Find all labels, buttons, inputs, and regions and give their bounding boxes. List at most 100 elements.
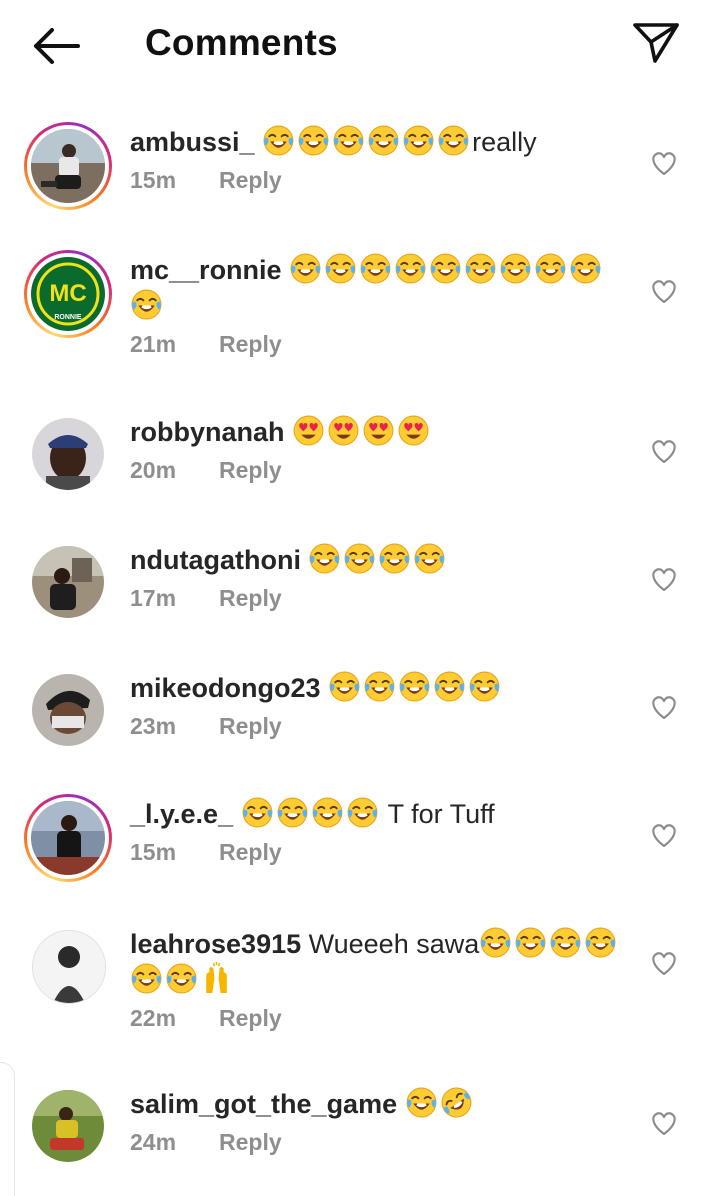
heart-eyes-emoji-icon (363, 415, 394, 446)
back-button[interactable] (30, 26, 82, 66)
like-button[interactable] (650, 694, 678, 720)
joy-emoji-icon (406, 1087, 437, 1118)
joy-emoji-icon (434, 671, 465, 702)
joy-emoji-icon (345, 543, 375, 574)
like-button[interactable] (650, 950, 678, 976)
joy-emoji-icon (347, 797, 378, 828)
joy-emoji-icon (550, 927, 581, 958)
reply-button[interactable]: Reply (219, 585, 282, 611)
share-button[interactable] (630, 20, 682, 66)
heart-icon (652, 824, 676, 848)
joy-emoji-icon (263, 125, 294, 156)
comment-time: 15m (130, 839, 177, 865)
joy-emoji-icon (500, 253, 531, 284)
joy-emoji-icon (368, 125, 399, 156)
comment-item: leahrose3915 Wueeeh sawa 22m Reply (0, 922, 720, 1052)
avatar-wrapper[interactable] (24, 1082, 112, 1170)
rolling-laughing-emoji-icon (441, 1087, 472, 1118)
comment-username[interactable]: _l.y.e.e_ (130, 799, 233, 829)
like-button[interactable] (650, 438, 678, 464)
emoji-group (328, 671, 503, 703)
emoji-group (292, 415, 432, 447)
joy-emoji-icon (364, 671, 395, 702)
joy-emoji-icon (480, 927, 511, 958)
comment-time: 17m (130, 585, 177, 611)
avatar (32, 674, 104, 746)
avatar-logo-text: MC (49, 280, 86, 307)
comment-username[interactable]: ambussi_ (130, 127, 255, 157)
comment-time: 21m (130, 331, 177, 357)
joy-emoji-icon (535, 253, 566, 284)
joy-emoji-icon (395, 253, 426, 284)
joy-emoji-icon (380, 543, 410, 574)
avatar (32, 930, 106, 1004)
comment-time: 22m (130, 1005, 177, 1031)
comment-item: mikeodongo23 23m Reply (0, 666, 720, 776)
emoji-group (262, 125, 472, 157)
reply-button[interactable]: Reply (219, 713, 282, 739)
emoji-group (308, 543, 448, 575)
reply-button[interactable]: Reply (219, 457, 282, 483)
comment-text: T for Tuff (380, 799, 495, 829)
heart-icon (652, 1112, 676, 1136)
like-button[interactable] (650, 822, 678, 848)
like-button[interactable] (650, 278, 678, 304)
joy-emoji-icon (415, 543, 445, 574)
reply-button[interactable]: Reply (219, 839, 282, 865)
comment-item: ambussi_ really 15m Reply (0, 122, 720, 232)
avatar-story-ring[interactable] (24, 794, 112, 882)
comment-text: really (472, 127, 537, 157)
avatar-logo-subtext: RONNIE (54, 314, 82, 321)
avatar-wrapper[interactable] (24, 410, 112, 498)
comment-username[interactable]: ndutagathoni (130, 545, 301, 575)
heart-eyes-emoji-icon (398, 415, 429, 446)
comment-time: 24m (130, 1129, 177, 1155)
joy-emoji-icon (430, 253, 461, 284)
comment-username[interactable]: salim_got_the_game (130, 1089, 397, 1119)
avatar-wrapper[interactable] (24, 666, 112, 754)
joy-emoji-icon (465, 253, 496, 284)
comment-username[interactable]: mc__ronnie (130, 255, 282, 285)
like-button[interactable] (650, 566, 678, 592)
joy-emoji-icon (290, 253, 321, 284)
heart-icon (652, 952, 676, 976)
comment-username[interactable]: robbynanah (130, 417, 285, 447)
reply-button[interactable]: Reply (219, 167, 282, 193)
reply-button[interactable]: Reply (219, 1005, 282, 1031)
joy-emoji-icon (325, 253, 356, 284)
like-button[interactable] (650, 150, 678, 176)
heart-icon (652, 440, 676, 464)
comment-username[interactable]: mikeodongo23 (130, 673, 321, 703)
joy-emoji-icon (131, 963, 162, 994)
joy-emoji-icon (403, 125, 434, 156)
comment-time: 15m (130, 167, 177, 193)
avatar-wrapper[interactable] (24, 922, 112, 1010)
joy-emoji-icon (515, 927, 546, 958)
comment-time: 20m (130, 457, 177, 483)
page-title: Comments (145, 22, 338, 63)
reply-button[interactable]: Reply (219, 331, 282, 357)
like-button[interactable] (650, 1110, 678, 1136)
heart-icon (652, 152, 676, 176)
joy-emoji-icon (310, 543, 340, 574)
avatar: MC RONNIE (31, 257, 105, 331)
emoji-group (405, 1087, 475, 1119)
heart-icon (652, 280, 676, 304)
joy-emoji-icon (333, 125, 364, 156)
avatar-story-ring[interactable]: MC RONNIE (24, 250, 112, 338)
avatar-wrapper[interactable] (24, 538, 112, 626)
reply-button[interactable]: Reply (219, 1129, 282, 1155)
emoji-group (241, 797, 381, 829)
avatar-story-ring[interactable] (24, 122, 112, 210)
comment-text: Wueeeh sawa (308, 929, 480, 959)
comment-item: _l.y.e.e_ T for Tuff 15m Reply (0, 794, 720, 904)
joy-emoji-icon (312, 797, 343, 828)
joy-emoji-icon (277, 797, 308, 828)
comment-username[interactable]: leahrose3915 (130, 929, 301, 959)
joy-emoji-icon (469, 671, 500, 702)
joy-emoji-icon (399, 671, 430, 702)
comment-item: ndutagathoni 17m Reply (0, 538, 720, 648)
avatar (32, 1090, 104, 1162)
joy-emoji-icon (438, 125, 469, 156)
joy-emoji-icon (242, 797, 273, 828)
